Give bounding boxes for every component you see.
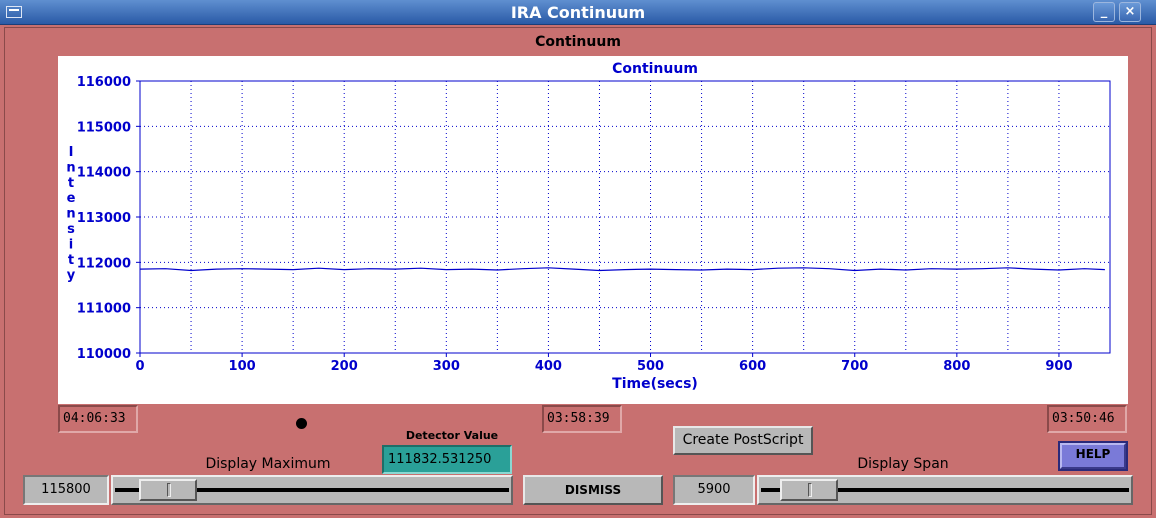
- y-axis-label-char: s: [67, 222, 75, 237]
- display-span-slider[interactable]: [757, 475, 1133, 505]
- display-maximum-label: Display Maximum: [205, 456, 331, 472]
- panel-title: Continuum: [535, 34, 621, 50]
- y-axis-label-char: I: [69, 145, 74, 160]
- time-right: 03:50:46: [1047, 405, 1127, 433]
- minimize-button[interactable]: _: [1093, 2, 1115, 22]
- x-tick-label: 800: [943, 359, 970, 374]
- x-tick-label: 900: [1045, 359, 1072, 374]
- y-axis-label-char: t: [68, 253, 74, 268]
- x-axis-label: Time(secs): [612, 376, 698, 392]
- chart-title: Continuum: [612, 61, 698, 77]
- y-tick-label: 112000: [77, 256, 131, 271]
- detector-value-field: 111832.531250: [382, 445, 512, 474]
- x-tick-label: 0: [135, 359, 144, 374]
- x-tick-label: 100: [229, 359, 256, 374]
- dismiss-button[interactable]: DISMISS: [523, 475, 663, 505]
- time-left: 04:06:33: [58, 405, 138, 433]
- detector-label: Detector Value: [405, 429, 499, 442]
- display-span-value: 5900: [673, 475, 755, 505]
- y-tick-label: 116000: [77, 75, 131, 90]
- y-axis-label-char: n: [66, 160, 75, 175]
- y-tick-label: 110000: [77, 347, 131, 362]
- y-axis-label-char: n: [66, 207, 75, 222]
- display-maximum-value: 115800: [23, 475, 109, 505]
- y-axis-label-char: y: [67, 268, 76, 283]
- x-tick-label: 700: [841, 359, 868, 374]
- y-tick-label: 115000: [77, 120, 131, 135]
- x-tick-label: 200: [331, 359, 358, 374]
- y-tick-label: 114000: [77, 166, 131, 181]
- display-span-slider-thumb[interactable]: [779, 479, 838, 501]
- time-center: 03:58:39: [542, 405, 622, 433]
- display-maximum-slider[interactable]: [111, 475, 513, 505]
- y-axis-label-char: i: [69, 237, 73, 252]
- close-button[interactable]: ×: [1119, 2, 1141, 22]
- series-line: [139, 267, 1105, 272]
- help-button[interactable]: HELP: [1058, 441, 1128, 471]
- window-menu-icon[interactable]: [6, 6, 22, 18]
- x-tick-label: 400: [535, 359, 562, 374]
- continuum-chart: 0 100 200 300 400 500 600 700 800 900 110000 111000…: [66, 61, 1111, 392]
- status-dot: [296, 418, 307, 429]
- create-postscript-button[interactable]: Create PostScript: [673, 426, 813, 455]
- y-axis-label-char: t: [68, 176, 74, 191]
- display-span-label: Display Span: [857, 456, 949, 472]
- y-tick-label: 111000: [77, 302, 131, 317]
- x-tick-label: 600: [739, 359, 766, 374]
- help-button-label: HELP: [1060, 443, 1126, 469]
- x-tick-label: 500: [637, 359, 664, 374]
- y-axis-label-char: e: [67, 191, 76, 206]
- y-tick-label: 113000: [77, 211, 131, 226]
- x-tick-label: 300: [433, 359, 460, 374]
- window-title: IRA Continuum: [510, 3, 646, 22]
- display-maximum-slider-thumb[interactable]: [138, 479, 197, 501]
